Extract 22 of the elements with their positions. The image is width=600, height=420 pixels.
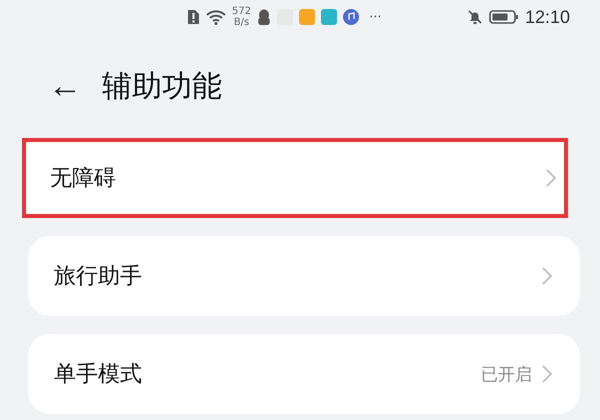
- item-label: 旅行助手: [54, 263, 142, 291]
- settings-item[interactable]: 旅行助手: [28, 236, 580, 316]
- item-label: 单手模式: [54, 361, 142, 389]
- back-button[interactable]: ←: [48, 69, 82, 103]
- music-icon: [343, 9, 360, 25]
- page-title: 辅助功能: [102, 68, 222, 106]
- settings-item[interactable]: 单手模式 已开启: [28, 334, 580, 414]
- chevron-icon: [546, 169, 556, 187]
- penguin-icon: [257, 8, 272, 26]
- network-speed-unit: B/s: [234, 17, 250, 28]
- wifi-icon: [206, 9, 226, 25]
- item-label: 无障碍: [50, 165, 116, 193]
- network-speed-value: 572: [232, 6, 252, 17]
- bell-off-icon: [466, 9, 483, 25]
- item-value: 已开启: [481, 364, 532, 386]
- settings-item[interactable]: 无障碍: [22, 138, 568, 218]
- sim-alert-icon: [186, 9, 200, 25]
- chevron-icon: [542, 267, 552, 285]
- chevron-icon: [542, 365, 552, 383]
- battery-icon: [488, 9, 519, 25]
- more-notifications: ···: [369, 10, 382, 24]
- clock-time: 12:10: [524, 6, 570, 28]
